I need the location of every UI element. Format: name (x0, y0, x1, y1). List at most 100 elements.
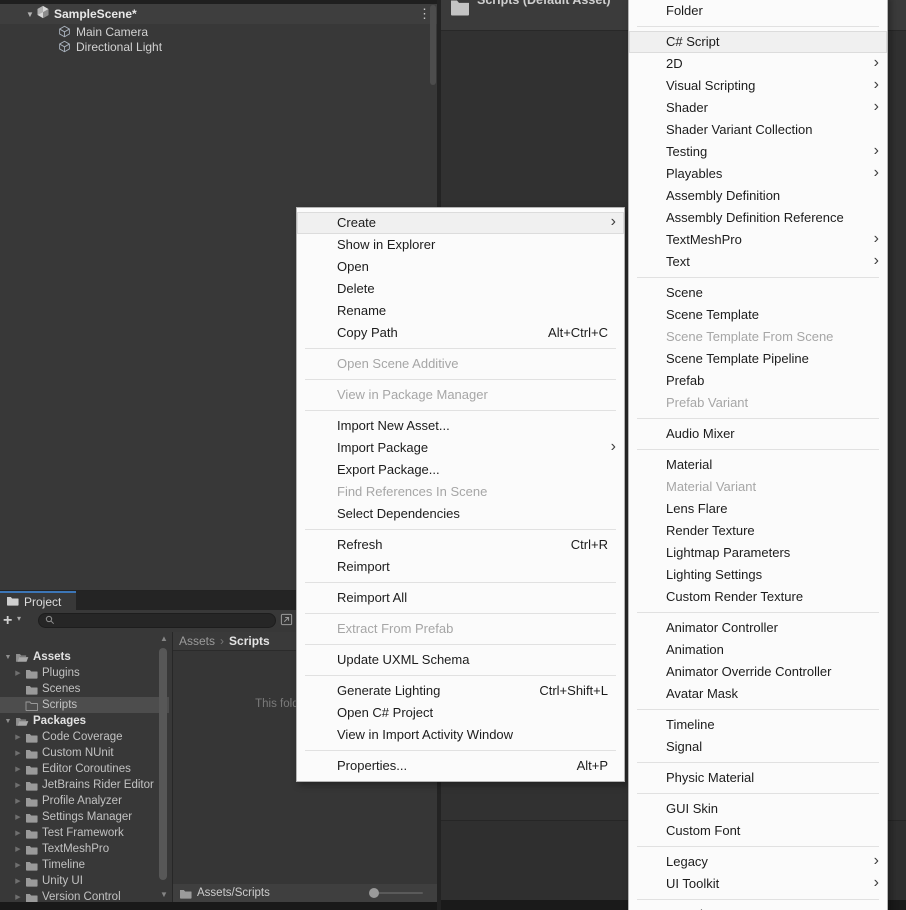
menu-item-select-dependencies[interactable]: Select Dependencies (297, 503, 624, 525)
menu-item-refresh[interactable]: Refresh Ctrl+R (297, 534, 624, 556)
breadcrumb-scripts[interactable]: Scripts (229, 634, 270, 648)
menu-item-reimport-all[interactable]: Reimport All (297, 587, 624, 609)
menu-item-assembly-definition[interactable]: Assembly Definition (629, 185, 887, 207)
tree-item-settings-manager[interactable]: ▶ Settings Manager (0, 809, 169, 825)
foldout-expanded-icon[interactable]: ▼ (3, 718, 13, 725)
hierarchy-item-directional-light[interactable]: Directional Light (0, 39, 430, 54)
menu-item-import-new-asset[interactable]: Import New Asset... (297, 415, 624, 437)
menu-item-folder[interactable]: Folder (629, 0, 887, 22)
menu-item-scene[interactable]: Scene (629, 282, 887, 304)
zoom-slider-track[interactable] (373, 892, 423, 894)
menu-item-playables[interactable]: Playables › (629, 163, 887, 185)
menu-item-scene-template-pipeline[interactable]: Scene Template Pipeline (629, 348, 887, 370)
open-search-window-icon[interactable] (280, 613, 293, 631)
menu-item-properties[interactable]: Properties... Alt+P (297, 755, 624, 777)
menu-item-reimport[interactable]: Reimport (297, 556, 624, 578)
menu-item-update-uxml-schema[interactable]: Update UXML Schema (297, 649, 624, 671)
menu-item-create[interactable]: Create › (297, 212, 624, 234)
foldout-collapsed-icon[interactable]: ▶ (13, 733, 23, 741)
project-search-input[interactable] (38, 613, 276, 628)
menu-item-import-package[interactable]: Import Package › (297, 437, 624, 459)
menu-item-timeline[interactable]: Timeline (629, 714, 887, 736)
tree-item-timeline[interactable]: ▶ Timeline (0, 857, 169, 873)
menu-item-delete[interactable]: Delete (297, 278, 624, 300)
breadcrumb-assets[interactable]: Assets (179, 634, 215, 648)
tree-item-custom-nunit[interactable]: ▶ Custom NUnit (0, 745, 169, 761)
menu-item-shader[interactable]: Shader › (629, 97, 887, 119)
foldout-expanded-icon[interactable]: ▼ (3, 654, 13, 661)
menu-item-audio-mixer[interactable]: Audio Mixer (629, 423, 887, 445)
menu-item-render-texture[interactable]: Render Texture (629, 520, 887, 542)
foldout-collapsed-icon[interactable]: ▶ (13, 845, 23, 853)
menu-item-lens-flare[interactable]: Lens Flare (629, 498, 887, 520)
menu-item-testing[interactable]: Testing › (629, 141, 887, 163)
menu-item-copy-path[interactable]: Copy Path Alt+Ctrl+C (297, 322, 624, 344)
menu-item-gui-skin[interactable]: GUI Skin (629, 798, 887, 820)
hierarchy-scene-row[interactable]: ▼ SampleScene* ⋮ (0, 4, 437, 24)
scroll-down-arrow-icon[interactable]: ▼ (158, 890, 170, 899)
menu-item-export-package[interactable]: Export Package... (297, 459, 624, 481)
menu-item-open[interactable]: Open (297, 256, 624, 278)
foldout-collapsed-icon[interactable]: ▶ (13, 861, 23, 869)
menu-item-animation[interactable]: Animation (629, 639, 887, 661)
menu-item-view-in-import-activity-window[interactable]: View in Import Activity Window (297, 724, 624, 746)
scroll-up-arrow-icon[interactable]: ▲ (158, 634, 170, 643)
hierarchy-scrollbar[interactable] (430, 5, 436, 85)
menu-item-animator-override-controller[interactable]: Animator Override Controller (629, 661, 887, 683)
menu-item-legacy[interactable]: Legacy › (629, 851, 887, 873)
menu-item-2d[interactable]: 2D › (629, 53, 887, 75)
menu-item-custom-render-texture[interactable]: Custom Render Texture (629, 586, 887, 608)
menu-item-c-script[interactable]: C# Script (629, 31, 887, 53)
menu-item-material[interactable]: Material (629, 454, 887, 476)
menu-item-textmeshpro[interactable]: TextMeshPro › (629, 229, 887, 251)
tree-item-version-control[interactable]: ▶ Version Control (0, 889, 169, 902)
chevron-down-icon[interactable]: ▾ (17, 614, 21, 623)
foldout-collapsed-icon[interactable]: ▶ (13, 765, 23, 773)
tree-item-editor-coroutines[interactable]: ▶ Editor Coroutines (0, 761, 169, 777)
zoom-slider[interactable] (369, 884, 427, 902)
foldout-collapsed-icon[interactable]: ▶ (13, 781, 23, 789)
menu-item-lighting-settings[interactable]: Lighting Settings (629, 564, 887, 586)
menu-item-signal[interactable]: Signal (629, 736, 887, 758)
menu-item-prefab[interactable]: Prefab (629, 370, 887, 392)
menu-item-rename[interactable]: Rename (297, 300, 624, 322)
tree-item-scripts[interactable]: Scripts (0, 697, 169, 713)
tree-item-jetbrains-rider-editor[interactable]: ▶ JetBrains Rider Editor (0, 777, 169, 793)
tree-item-assets[interactable]: ▼ Assets (0, 649, 159, 665)
tree-item-scenes[interactable]: Scenes (0, 681, 169, 697)
foldout-collapsed-icon[interactable]: ▶ (13, 829, 23, 837)
menu-item-generate-lighting[interactable]: Generate Lighting Ctrl+Shift+L (297, 680, 624, 702)
menu-item-visual-scripting[interactable]: Visual Scripting › (629, 75, 887, 97)
foldout-collapsed-icon[interactable]: ▶ (13, 749, 23, 757)
menu-item-text[interactable]: Text › (629, 251, 887, 273)
foldout-collapsed-icon[interactable]: ▶ (13, 813, 23, 821)
zoom-slider-knob[interactable] (369, 888, 379, 898)
menu-item-animator-controller[interactable]: Animator Controller (629, 617, 887, 639)
menu-item-ui-toolkit[interactable]: UI Toolkit › (629, 873, 887, 895)
tree-item-profile-analyzer[interactable]: ▶ Profile Analyzer (0, 793, 169, 809)
foldout-collapsed-icon[interactable]: ▶ (13, 877, 23, 885)
menu-item-show-in-explorer[interactable]: Show in Explorer (297, 234, 624, 256)
foldout-collapsed-icon[interactable]: ▶ (13, 797, 23, 805)
menu-item-lightmap-parameters[interactable]: Lightmap Parameters (629, 542, 887, 564)
menu-item-assembly-definition-reference[interactable]: Assembly Definition Reference (629, 207, 887, 229)
tree-scrollbar-thumb[interactable] (159, 648, 167, 880)
menu-item-custom-font[interactable]: Custom Font (629, 820, 887, 842)
foldout-collapsed-icon[interactable]: ▶ (13, 893, 23, 901)
foldout-collapsed-icon[interactable]: ▶ (13, 669, 23, 677)
create-asset-plus-button[interactable]: + (3, 611, 12, 631)
tree-item-test-framework[interactable]: ▶ Test Framework (0, 825, 169, 841)
hierarchy-item-main-camera[interactable]: Main Camera (0, 24, 430, 39)
menu-item-avatar-mask[interactable]: Avatar Mask (629, 683, 887, 705)
tree-item-code-coverage[interactable]: ▶ Code Coverage (0, 729, 169, 745)
menu-item-scene-template[interactable]: Scene Template (629, 304, 887, 326)
tab-project[interactable]: Project (0, 591, 76, 610)
tree-item-plugins[interactable]: ▶ Plugins (0, 665, 169, 681)
tree-item-unity-ui[interactable]: ▶ Unity UI (0, 873, 169, 889)
tree-item-textmeshpro[interactable]: ▶ TextMeshPro (0, 841, 169, 857)
foldout-expanded-icon[interactable]: ▼ (24, 10, 36, 19)
menu-item-search[interactable]: Search (629, 904, 887, 910)
menu-item-physic-material[interactable]: Physic Material (629, 767, 887, 789)
tree-item-packages[interactable]: ▼ Packages (0, 713, 159, 729)
menu-item-open-c-project[interactable]: Open C# Project (297, 702, 624, 724)
